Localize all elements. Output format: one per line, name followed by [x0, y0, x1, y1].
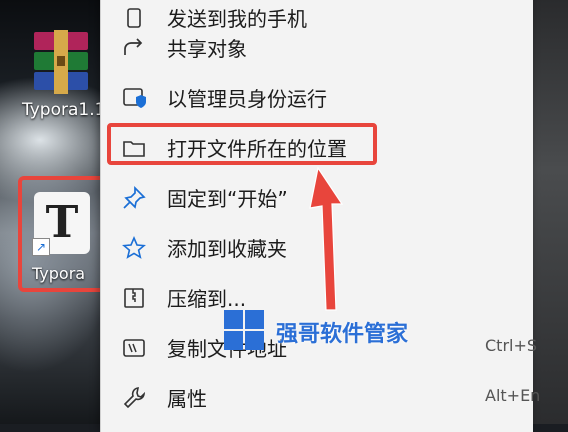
windows-logo-icon	[222, 308, 266, 352]
menu-item-shortcut: Alt+En	[485, 386, 541, 405]
highlight-box	[107, 123, 377, 165]
menu-item-label: 以管理员身份运行	[167, 87, 327, 111]
menu-item-properties[interactable]: 属性 Alt+En	[101, 372, 540, 422]
desktop-icon-typora[interactable]: T ↗ Typora	[18, 176, 108, 292]
shortcut-arrow-icon: ↗	[32, 238, 50, 256]
zip-icon	[121, 285, 147, 311]
desktop-right-edge	[528, 0, 568, 424]
menu-item-run-as-admin[interactable]: 以管理员身份运行	[101, 72, 533, 122]
menu-item-share[interactable]: 共享对象	[101, 22, 533, 72]
share-icon	[121, 35, 147, 61]
pin-icon	[121, 185, 147, 211]
menu-item-label: 共享对象	[167, 37, 247, 61]
copy-path-icon	[121, 335, 147, 361]
watermark-text: 强哥软件管家	[276, 322, 409, 347]
shield-admin-icon	[121, 85, 147, 111]
menu-item-label: 固定到“开始”	[167, 187, 288, 211]
star-icon	[121, 235, 147, 261]
menu-item-label: 属性	[167, 387, 207, 411]
watermark: 强哥软件管家	[222, 308, 432, 358]
menu-item-shortcut: Ctrl+S	[485, 336, 538, 355]
wrench-icon	[121, 385, 147, 411]
desktop-icon-label: Typora	[32, 264, 86, 283]
desktop-icon-archive[interactable]: Typora1.1	[22, 22, 105, 126]
winrar-icon	[30, 30, 92, 94]
menu-item-label: 添加到收藏夹	[167, 237, 287, 261]
